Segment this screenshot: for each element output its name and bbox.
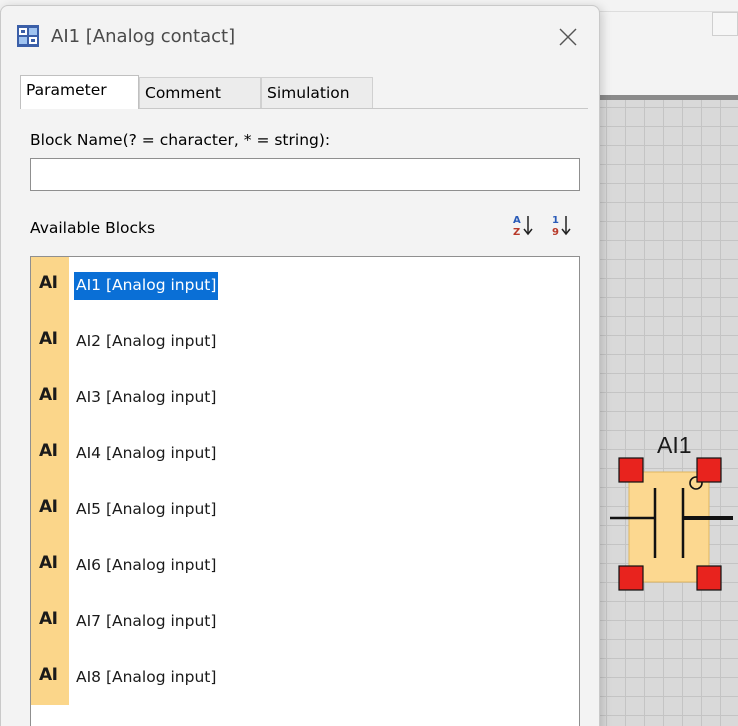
- sort-numeric-icon: 1 9: [552, 215, 571, 238]
- list-item[interactable]: AI AI5 [Analog input]: [31, 481, 579, 537]
- available-blocks-label: Available Blocks: [30, 219, 156, 237]
- block-label: AI1: [657, 432, 692, 458]
- analog-input-icon: AI: [31, 649, 69, 705]
- list-item-label: AI6 [Analog input]: [76, 556, 217, 574]
- list-item[interactable]: AI AI6 [Analog input]: [31, 537, 579, 593]
- toolbar-button[interactable]: [712, 12, 738, 36]
- svg-text:A: A: [513, 215, 521, 226]
- block-name-label: Block Name(? = character, * = string):: [30, 131, 331, 149]
- sort-alpha-icon: A Z: [513, 215, 533, 238]
- svg-text:9: 9: [552, 227, 559, 238]
- resize-handle-top-right[interactable]: [696, 457, 722, 483]
- dialog-title: AI1 [Analog contact]: [51, 26, 236, 47]
- analog-input-icon: AI: [31, 425, 69, 481]
- analog-contact-block[interactable]: AI1: [605, 430, 738, 600]
- dialog-title-bar[interactable]: AI1 [Analog contact]: [1, 6, 599, 68]
- list-item-label: AI5 [Analog input]: [76, 500, 217, 518]
- close-button[interactable]: [549, 18, 587, 56]
- list-item-label: AI4 [Analog input]: [76, 444, 217, 462]
- tab-parameter[interactable]: Parameter: [20, 75, 139, 109]
- analog-input-icon: AI: [31, 369, 69, 425]
- diagram-canvas[interactable]: [598, 100, 738, 726]
- list-item-label: AI8 [Analog input]: [76, 668, 217, 686]
- analog-input-icon: AI: [31, 257, 69, 313]
- svg-text:1: 1: [552, 215, 559, 226]
- list-item[interactable]: AI AI7 [Analog input]: [31, 593, 579, 649]
- list-item[interactable]: AI AI1 [Analog input]: [31, 257, 579, 313]
- list-item[interactable]: AI AI3 [Analog input]: [31, 369, 579, 425]
- tab-comment[interactable]: Comment: [139, 77, 261, 108]
- list-item-label: AI2 [Analog input]: [76, 332, 217, 350]
- sort-alphabetical-button[interactable]: A Z: [512, 210, 536, 240]
- resize-handle-top-left[interactable]: [618, 457, 644, 483]
- list-item[interactable]: AI AI8 [Analog input]: [31, 649, 579, 705]
- list-item[interactable]: AI AI4 [Analog input]: [31, 425, 579, 481]
- sort-numeric-button[interactable]: 1 9: [550, 210, 574, 240]
- list-item-label: AI1 [Analog input]: [74, 272, 219, 300]
- analog-input-icon: AI: [31, 313, 69, 369]
- tab-simulation[interactable]: Simulation: [261, 77, 373, 108]
- tab-bar: Parameter Comment Simulation: [20, 75, 580, 111]
- analog-input-icon: AI: [31, 593, 69, 649]
- svg-text:Z: Z: [513, 227, 520, 238]
- close-icon: [559, 28, 577, 46]
- app-icon: [17, 25, 39, 47]
- list-item-label: AI7 [Analog input]: [76, 612, 217, 630]
- list-item[interactable]: AI AI2 [Analog input]: [31, 313, 579, 369]
- available-blocks-list[interactable]: AI AI1 [Analog input] AI AI2 [Analog inp…: [30, 256, 580, 726]
- block-name-input[interactable]: [30, 158, 580, 191]
- list-item-label: AI3 [Analog input]: [76, 388, 217, 406]
- analog-input-icon: AI: [31, 537, 69, 593]
- resize-handle-bottom-left[interactable]: [618, 565, 644, 591]
- resize-handle-bottom-right[interactable]: [696, 565, 722, 591]
- analog-input-icon: AI: [31, 481, 69, 537]
